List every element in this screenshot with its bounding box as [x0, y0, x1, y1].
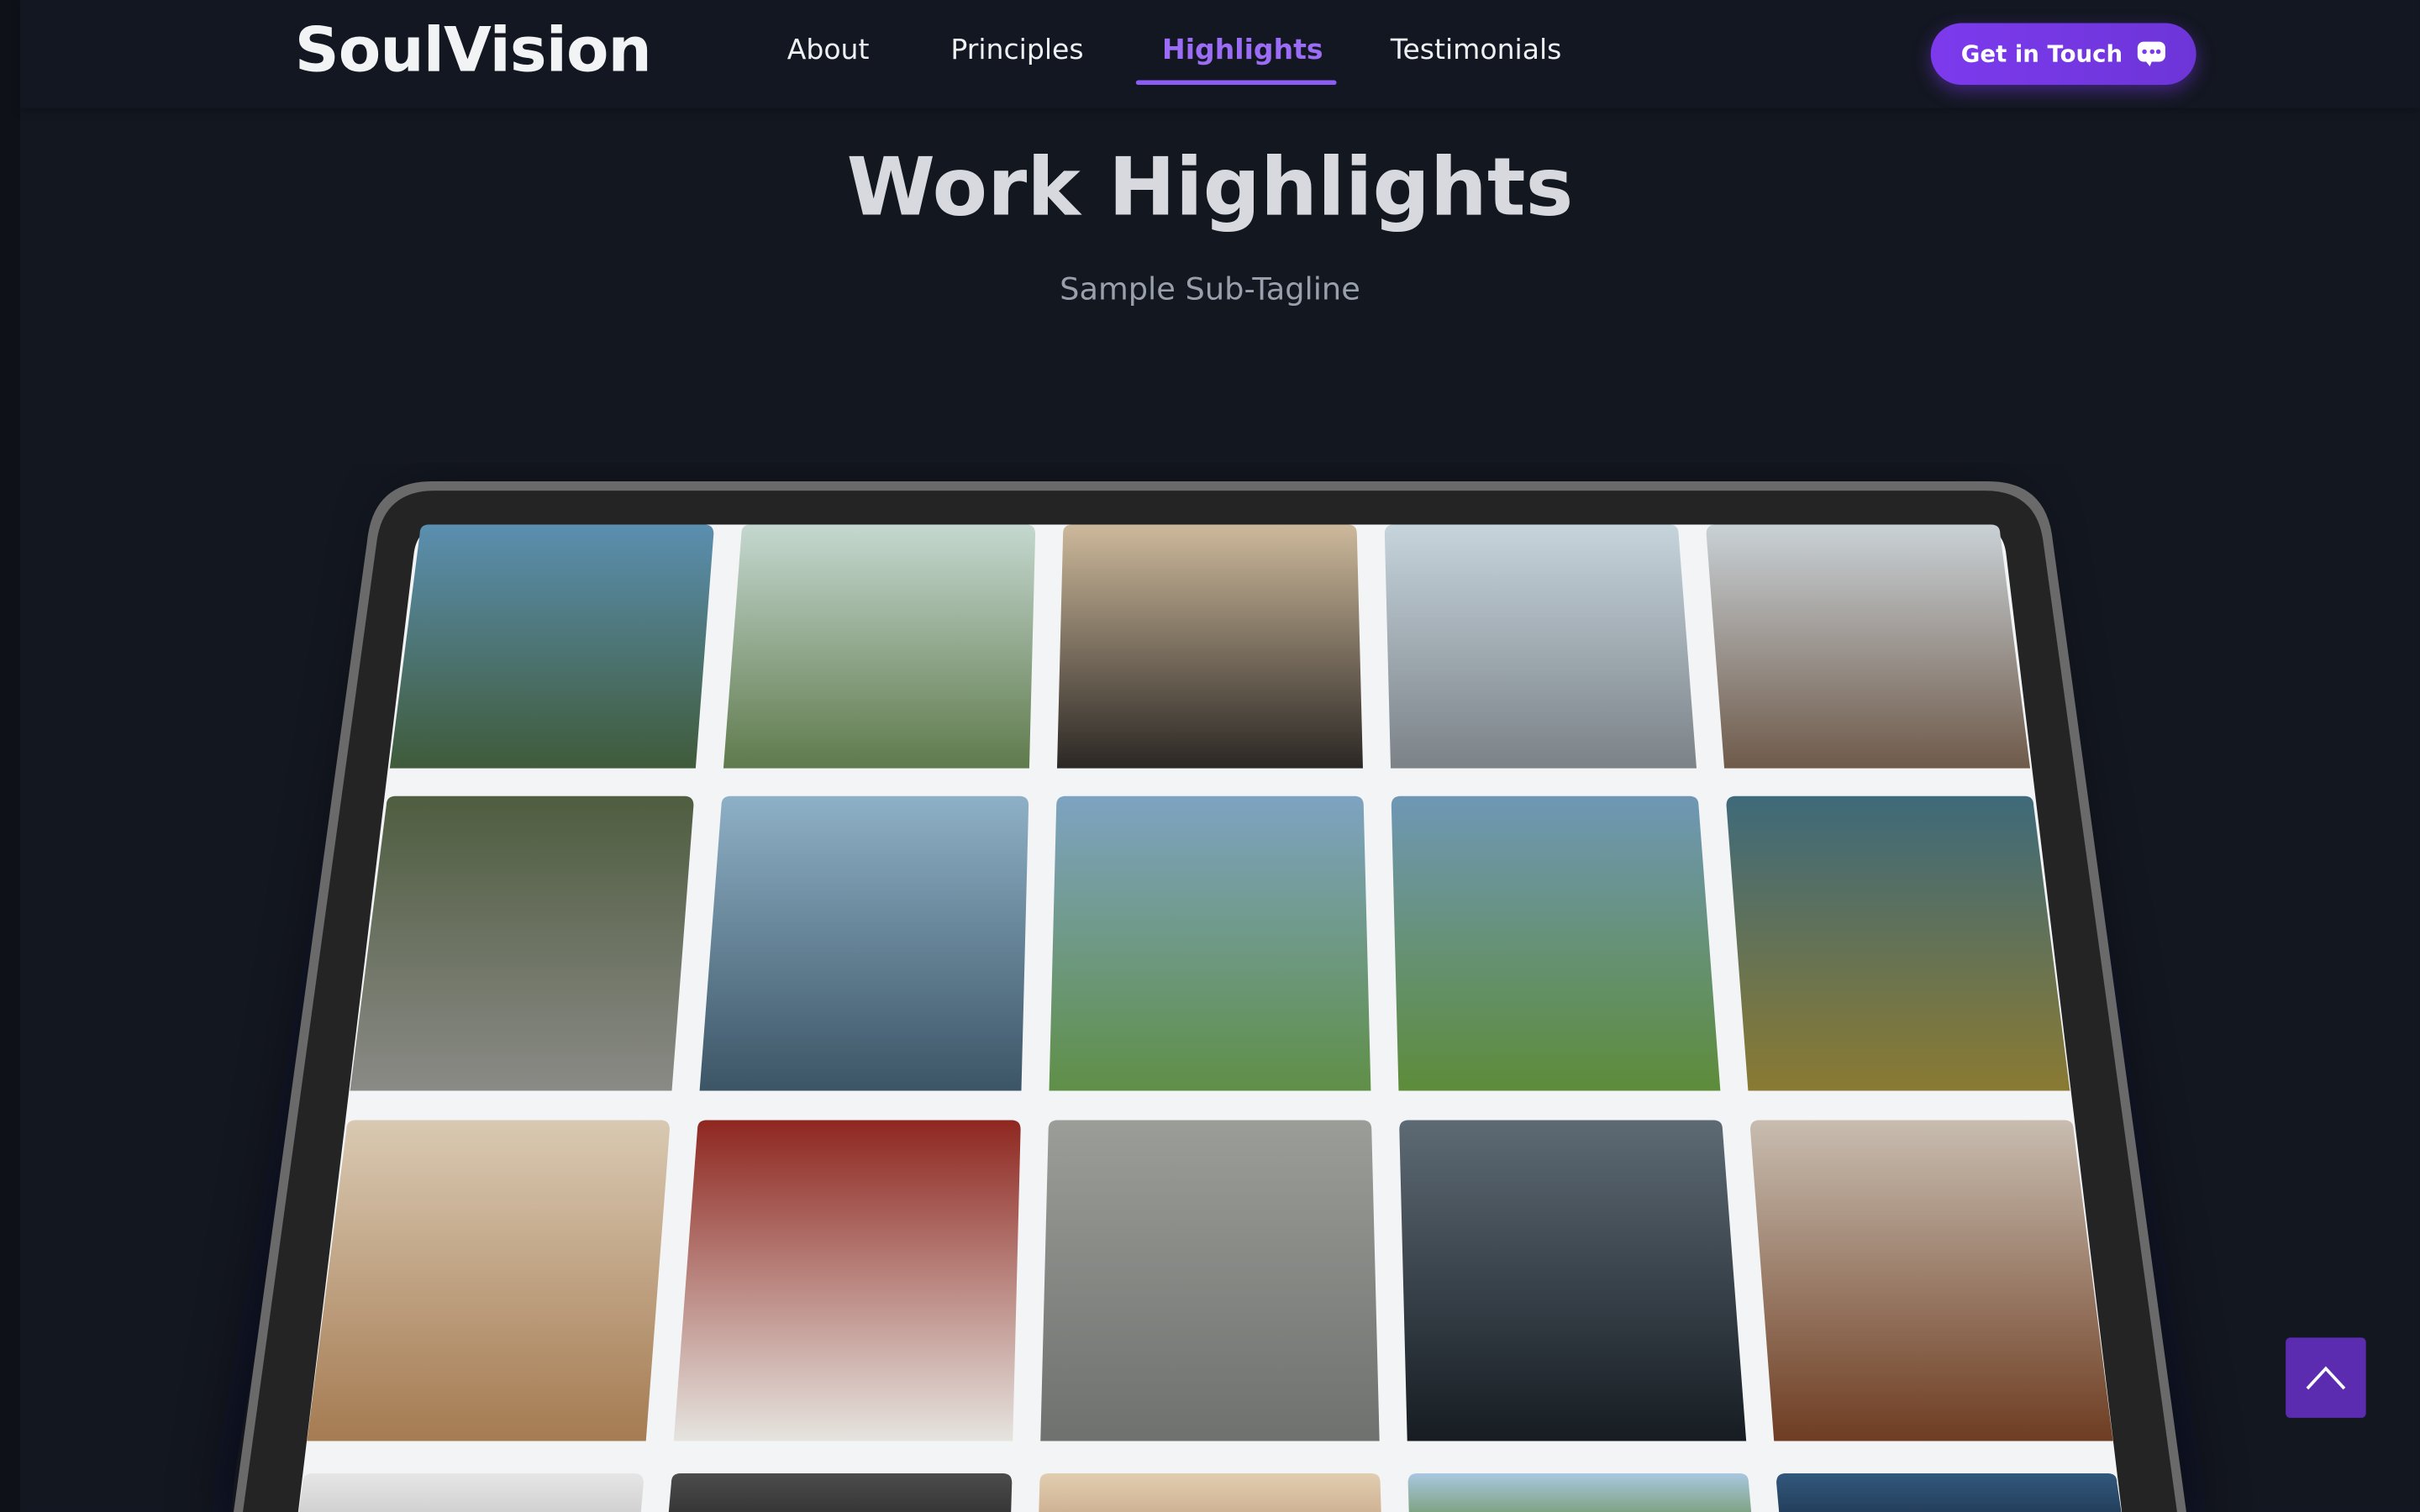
- get-in-touch-button[interactable]: Get in Touch: [1930, 23, 2196, 86]
- nav-item-principles[interactable]: Principles: [950, 34, 1083, 66]
- gallery-photo-white-heels[interactable]: [673, 1120, 1021, 1441]
- gallery-photo-open-book[interactable]: [1750, 1120, 2113, 1441]
- gallery-photo-forks[interactable]: [1399, 1120, 1747, 1441]
- site-header: SoulVision About Principles Highlights T…: [19, 0, 2420, 108]
- gallery-photo-partial-3[interactable]: [1039, 1473, 1381, 1512]
- gallery-photo-partial-1[interactable]: [297, 1473, 644, 1512]
- scroll-to-top-button[interactable]: [2286, 1337, 2366, 1418]
- gallery-photo-meadow-grass[interactable]: [1391, 795, 1721, 1091]
- gallery-photo-partial-5[interactable]: [1776, 1473, 2123, 1512]
- page-subtitle: Sample Sub-Tagline: [1060, 270, 1360, 307]
- gallery-photo-partial-4[interactable]: [1407, 1473, 1753, 1512]
- tablet-mockup: [228, 481, 2189, 1512]
- chevron-up-icon: [2306, 1366, 2346, 1390]
- page-title: Work Highlights: [846, 141, 1574, 235]
- nav-active-indicator: [1135, 80, 1337, 86]
- gallery-photo-waterfall[interactable]: [350, 795, 694, 1091]
- gallery-photo-forest-path[interactable]: [1049, 795, 1371, 1091]
- photo-grid: [297, 524, 2123, 1512]
- nav-item-about[interactable]: About: [787, 34, 870, 66]
- gallery-photo-partial-2[interactable]: [667, 1473, 1013, 1512]
- get-in-touch-label: Get in Touch: [1960, 39, 2123, 68]
- gallery-photo-pebble-shore[interactable]: [1384, 524, 1697, 769]
- chat-bubble-icon: [2138, 41, 2166, 66]
- gallery-photo-rocky-coast[interactable]: [1706, 524, 2031, 769]
- page: SoulVision About Principles Highlights T…: [0, 0, 2420, 1512]
- gallery-photo-mossy-branch[interactable]: [1726, 795, 2070, 1091]
- nav-item-highlights[interactable]: Highlights: [1162, 34, 1323, 66]
- gallery-photo-man-on-road[interactable]: [1040, 1120, 1380, 1441]
- gallery-photo-beach-rocks[interactable]: [1056, 524, 1363, 769]
- gallery-photo-lake-shore[interactable]: [699, 795, 1029, 1091]
- brand-logo[interactable]: SoulVision: [295, 15, 652, 86]
- gallery-photo-desk-workspace[interactable]: [307, 1120, 670, 1441]
- gallery-photo-forest-sea[interactable]: [389, 524, 714, 769]
- gallery-photo-river-valley[interactable]: [723, 524, 1036, 769]
- nav-item-testimonials[interactable]: Testimonials: [1391, 34, 1562, 66]
